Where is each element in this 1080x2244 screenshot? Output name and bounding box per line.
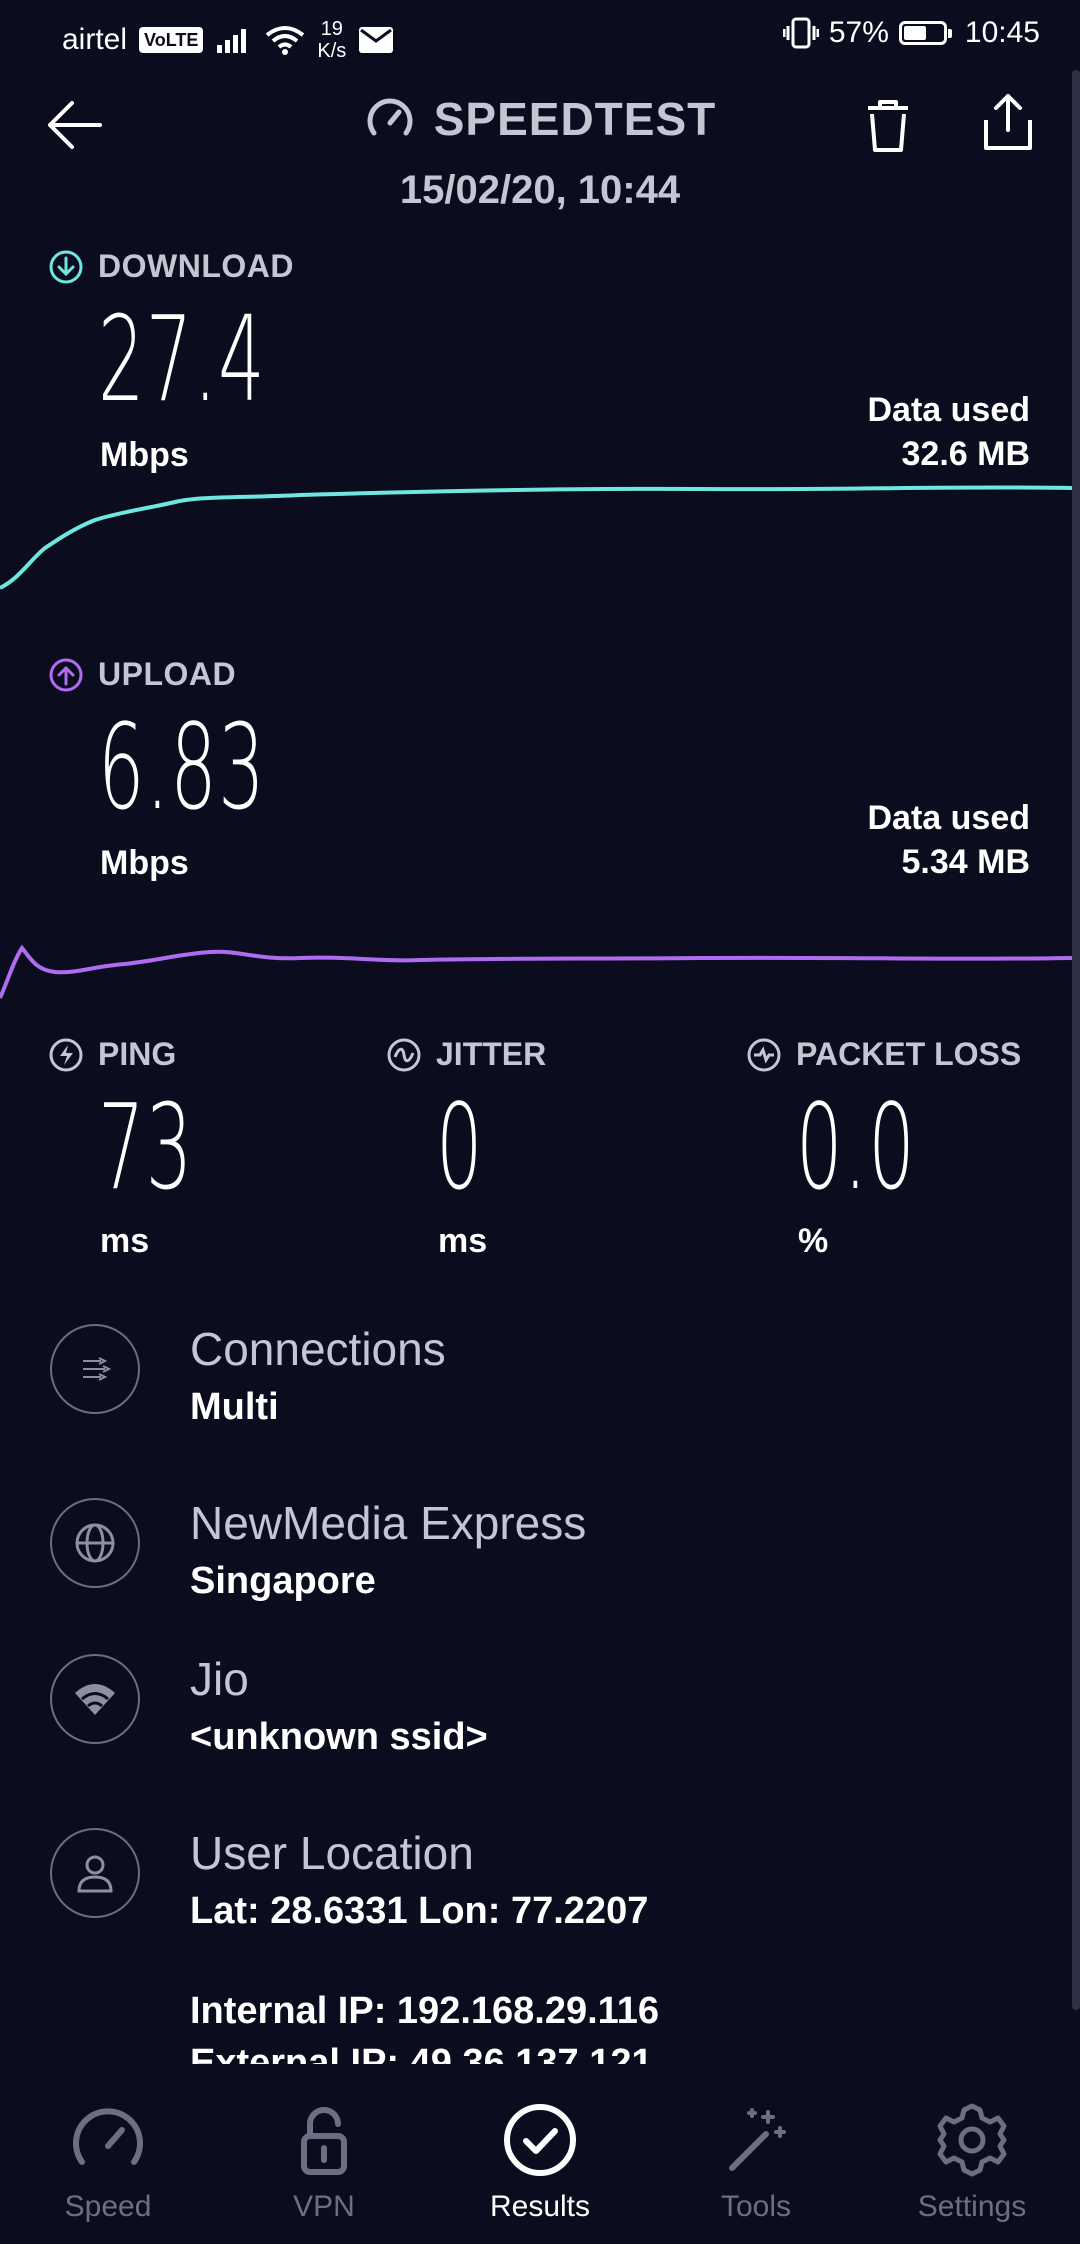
connections-row[interactable]: Connections Multi [50, 1323, 1030, 1434]
network-speed: 19 K/s [317, 18, 347, 62]
nav-vpn-label: VPN [293, 2190, 355, 2223]
jitter-icon [387, 1038, 421, 1071]
battery-fill [903, 26, 926, 40]
user-coordinates: Lat: 28.6331 Lon: 77.2207 [190, 1890, 649, 1932]
page-title: SPEEDTEST [364, 92, 717, 146]
provider-ssid: <unknown ssid> [190, 1716, 488, 1758]
check-circle-icon [504, 2104, 576, 2176]
upload-label: UPLOAD [48, 656, 236, 693]
packet-loss-value: 0.0 [796, 1078, 917, 1216]
server-row[interactable]: NewMedia Express Singapore [50, 1497, 1030, 1608]
clock: 10:45 [964, 16, 1040, 49]
download-graph-line [0, 485, 1072, 590]
server-icon-circle [50, 1498, 140, 1588]
download-speed-value: 27.4 [98, 290, 266, 428]
user-icon-circle [50, 1828, 140, 1918]
jitter-label: JITTER [386, 1036, 546, 1073]
user-icon [77, 1855, 113, 1893]
upload-speed-graph [0, 944, 1072, 999]
packet-loss-unit: % [798, 1222, 829, 1260]
user-location-row[interactable]: User Location Lat: 28.6331 Lon: 77.2207 [50, 1827, 1030, 1938]
download-arrow-icon [49, 250, 83, 283]
connections-icon-circle [50, 1324, 140, 1414]
nav-tools[interactable]: Tools [648, 2100, 864, 2224]
globe-icon [75, 1523, 115, 1563]
signal-icon [217, 29, 247, 53]
upload-speed-value: 6.83 [98, 698, 266, 836]
share-icon[interactable] [976, 90, 1040, 154]
provider-name: Jio [190, 1653, 249, 1705]
nav-vpn[interactable]: VPN [216, 2100, 432, 2224]
nav-speed-label: Speed [64, 2190, 152, 2223]
header: SPEEDTEST 15/02/20, 10:44 [0, 80, 1080, 240]
magic-wand-icon [729, 2108, 786, 2171]
provider-row[interactable]: Jio <unknown ssid> [50, 1653, 1030, 1764]
provider-icon-circle [50, 1654, 140, 1744]
nav-settings-label: Settings [917, 2190, 1027, 2223]
battery-icon [898, 21, 952, 45]
packet-loss-icon [747, 1038, 781, 1071]
speedometer-icon [367, 98, 413, 136]
upload-arrow-icon [49, 658, 83, 691]
nav-settings[interactable]: Settings [864, 2100, 1080, 2224]
mail-icon [359, 27, 394, 53]
status-bar: airtel VoLTE 19 K/s 57% 10:45 [0, 0, 1080, 72]
wifi-icon [266, 26, 305, 55]
packet-loss-label: PACKET LOSS [746, 1036, 1021, 1073]
download-label: DOWNLOAD [48, 248, 294, 285]
gear-icon [937, 2103, 1007, 2177]
jitter-unit: ms [438, 1222, 488, 1260]
nav-results[interactable]: Results [432, 2100, 648, 2224]
speedtest-results-screen: airtel VoLTE 19 K/s 57% 10:45 SPEEDTEST … [0, 0, 1080, 2244]
carrier-name: airtel [62, 23, 128, 56]
ping-label: PING [48, 1036, 176, 1073]
vibrate-icon [782, 17, 819, 49]
trash-icon[interactable] [856, 92, 920, 156]
download-speed-graph [0, 485, 1072, 590]
server-location: Singapore [190, 1560, 376, 1602]
upload-data-used: Data used 5.34 MB [867, 799, 1031, 881]
server-name: NewMedia Express [190, 1497, 587, 1549]
wifi-icon [75, 1684, 115, 1715]
ping-icon [49, 1038, 83, 1071]
jitter-value: 0 [436, 1078, 484, 1216]
upload-unit: Mbps [100, 844, 189, 882]
scrollbar[interactable] [1072, 70, 1080, 2010]
nav-results-label: Results [489, 2190, 591, 2223]
ping-value: 73 [98, 1078, 194, 1216]
volte-badge: VoLTE [139, 27, 204, 53]
internal-ip: Internal IP: 192.168.29.116 [190, 1990, 659, 2032]
nav-speed[interactable]: Speed [0, 2100, 216, 2224]
user-location-title: User Location [190, 1827, 474, 1879]
connections-title: Connections [190, 1323, 446, 1375]
speedometer-icon [73, 2108, 143, 2165]
download-data-used: Data used 32.6 MB [867, 391, 1031, 473]
ping-unit: ms [100, 1222, 150, 1260]
multi-connection-icon [83, 1357, 112, 1381]
bottom-navigation: Speed VPN Results Tools Settings [0, 2064, 1080, 2244]
lock-icon [301, 2107, 347, 2175]
test-datetime: 15/02/20, 10:44 [399, 168, 681, 212]
connections-value: Multi [190, 1386, 279, 1428]
upload-graph-line [0, 944, 1072, 999]
battery-percent: 57% [828, 16, 889, 49]
nav-tools-label: Tools [720, 2190, 792, 2223]
